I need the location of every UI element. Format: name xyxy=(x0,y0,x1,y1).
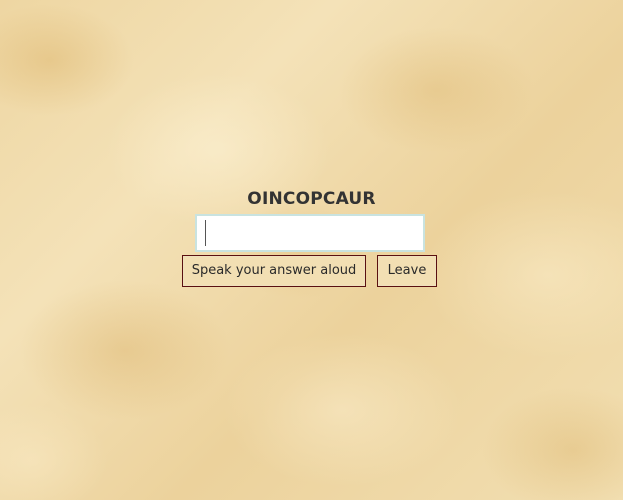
text-cursor xyxy=(205,220,206,246)
answer-input[interactable] xyxy=(195,214,425,252)
leave-button[interactable]: Leave xyxy=(377,255,437,287)
scrambled-word-label: OINCOPCAUR xyxy=(247,189,376,209)
speak-answer-button[interactable]: Speak your answer aloud xyxy=(182,255,366,287)
